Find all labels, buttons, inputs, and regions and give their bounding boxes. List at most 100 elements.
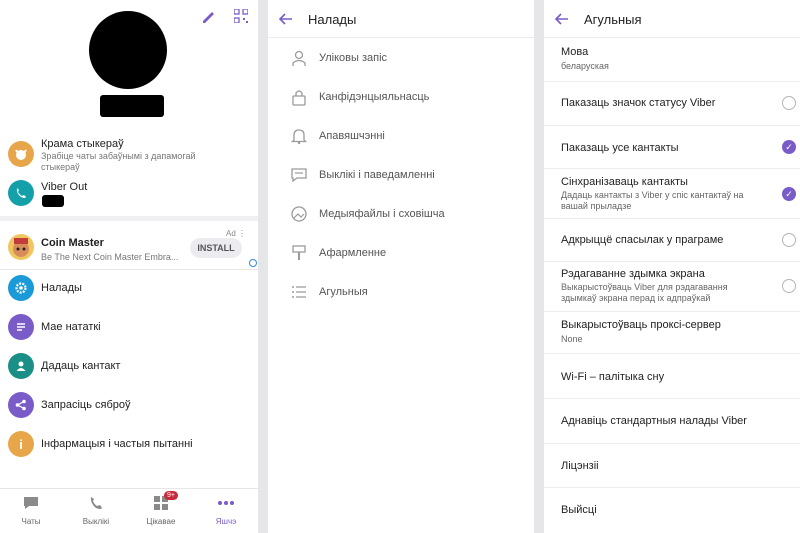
- setting-language[interactable]: Мова беларуская: [544, 39, 800, 82]
- sticker-store-title[interactable]: Крама стыкераў: [41, 138, 124, 150]
- ad-info-icon[interactable]: [249, 259, 257, 267]
- settings-item-label: Уліковы запіс: [319, 52, 388, 64]
- setting-title: Ліцэнзіі: [561, 460, 599, 472]
- calls-icon: [85, 493, 107, 513]
- menu-item-label: Налады: [41, 282, 82, 294]
- setting-sync-contacts[interactable]: Сінхранізаваць кантакты Дадаць кантакты …: [544, 169, 800, 219]
- nav-explore[interactable]: 9+ Цікавае: [136, 491, 186, 526]
- more-panel: Крама стыкераў Зрабіце чаты забаўнымі з …: [0, 0, 258, 533]
- edit-pencil-icon[interactable]: [201, 9, 217, 25]
- nav-label: Выклікі: [82, 517, 110, 526]
- qr-code-icon[interactable]: [234, 9, 248, 23]
- nav-label: Яшчэ: [215, 517, 237, 526]
- back-arrow-icon[interactable]: [554, 11, 570, 27]
- setting-exit[interactable]: Выйсці: [544, 488, 800, 533]
- coin-master-app-icon[interactable]: [8, 234, 34, 260]
- media-icon: [291, 206, 307, 222]
- setting-show-all-contacts[interactable]: Паказаць усе кантакты ✓: [544, 126, 800, 169]
- lock-icon: [292, 90, 306, 106]
- show-status-radio[interactable]: [782, 96, 796, 110]
- notes-icon: [8, 314, 34, 340]
- nav-more[interactable]: Яшчэ: [201, 493, 251, 526]
- profile-header: [0, 0, 258, 130]
- setting-wifi-sleep-policy[interactable]: Wi-Fi – палітыка сну: [544, 354, 800, 399]
- setting-open-links-in-app[interactable]: Адкрыццё спасылак у праграме: [544, 219, 800, 262]
- sticker-store-icon: [8, 141, 34, 167]
- setting-title: Выйсці: [561, 504, 597, 516]
- general-panel: Агульныя Мова беларуская Паказаць значок…: [544, 0, 800, 533]
- setting-show-viber-status[interactable]: Паказаць значок статусу Viber: [544, 82, 800, 126]
- setting-title: Адкрыццё спасылак у праграме: [561, 234, 724, 246]
- setting-title: Выкарыстоўваць проксі-сервер: [561, 319, 721, 331]
- setting-licenses[interactable]: Ліцэнзіі: [544, 444, 800, 488]
- bottom-navigation: Чаты Выклікі 9+ Цікавае Яшчэ: [0, 488, 258, 533]
- settings-item-label: Выклікі і паведамленні: [319, 169, 435, 181]
- page-title: Налады: [308, 12, 357, 27]
- more-icon: [215, 493, 237, 513]
- settings-item-account[interactable]: Уліковы запіс: [268, 39, 534, 78]
- divider: [0, 269, 258, 270]
- settings-item-label: Агульныя: [319, 286, 368, 298]
- setting-title: Wi-Fi – палітыка сну: [561, 371, 665, 383]
- viber-out-balance-redacted: [42, 195, 64, 207]
- menu-item-label: Запрасіць сяброў: [41, 399, 131, 411]
- ad-title[interactable]: Coin Master: [41, 237, 104, 249]
- settings-item-general[interactable]: Агульныя: [268, 273, 534, 312]
- setting-title: Мова: [561, 46, 589, 58]
- setting-title: Паказаць значок статусу Viber: [561, 97, 716, 109]
- settings-item-notifications[interactable]: Апавяшчэнні: [268, 117, 534, 156]
- profile-name: [100, 95, 164, 117]
- info-icon: i: [8, 431, 34, 457]
- nav-label: Цікавае: [146, 517, 176, 526]
- general-header: Агульныя: [544, 0, 800, 38]
- settings-item-label: Апавяшчэнні: [319, 130, 385, 142]
- screenshot-editing-radio[interactable]: [782, 279, 796, 293]
- setting-title: Паказаць усе кантакты: [561, 142, 679, 154]
- setting-subtitle: беларуская: [561, 61, 609, 71]
- ad-subtitle: Be The Next Coin Master Embra...: [41, 252, 179, 262]
- settings-header: Налады: [268, 0, 534, 38]
- setting-restore-defaults[interactable]: Аднавіць стандартныя налады Viber: [544, 399, 800, 444]
- list-icon: [292, 286, 306, 298]
- avatar[interactable]: [89, 11, 167, 89]
- account-icon: [292, 50, 306, 66]
- brush-icon: [292, 245, 306, 260]
- nav-calls[interactable]: Выклікі: [71, 493, 121, 526]
- settings-item-privacy[interactable]: Канфідэнцыяльнасць: [268, 78, 534, 117]
- nav-label: Чаты: [21, 517, 41, 526]
- setting-title: Сінхранізаваць кантакты: [561, 176, 688, 188]
- menu-item-label: Інфармацыя і частыя пытанні: [41, 438, 193, 450]
- viber-out-icon: [8, 180, 34, 206]
- setting-proxy[interactable]: Выкарыстоўваць проксі-сервер None: [544, 312, 800, 354]
- menu-item-label: Мае нататкі: [41, 321, 101, 333]
- add-contact-icon: [8, 353, 34, 379]
- install-button[interactable]: INSTALL: [190, 238, 242, 258]
- menu-item-label: Дадаць кантакт: [41, 360, 121, 372]
- bell-icon: [290, 129, 308, 145]
- chats-icon: [20, 493, 42, 513]
- settings-item-label: Афармленне: [319, 247, 387, 259]
- sync-contacts-checkbox[interactable]: ✓: [782, 187, 796, 201]
- sticker-store-subtitle: Зрабіце чаты забаўнымі з дапамогай стыке…: [41, 151, 196, 172]
- settings-panel: Налады Уліковы запіс Канфідэнцыяльнасць …: [268, 0, 534, 533]
- settings-item-calls-messages[interactable]: Выклікі і паведамленні: [268, 156, 534, 195]
- settings-item-label: Канфідэнцыяльнасць: [319, 91, 430, 103]
- settings-item-media[interactable]: Медыяфайлы і сховішча: [268, 195, 534, 234]
- viber-out-title[interactable]: Viber Out: [41, 181, 87, 193]
- share-icon: [8, 392, 34, 418]
- setting-screenshot-editing[interactable]: Рэдагаванне здымка экрана Выкарыстоўваць…: [544, 262, 800, 312]
- page-title: Агульныя: [584, 12, 642, 27]
- settings-item-label: Медыяфайлы і сховішча: [319, 208, 445, 220]
- open-links-radio[interactable]: [782, 233, 796, 247]
- settings-item-appearance[interactable]: Афармленне: [268, 234, 534, 273]
- back-arrow-icon[interactable]: [278, 11, 294, 27]
- setting-subtitle: None: [561, 334, 583, 344]
- gear-icon: [8, 275, 34, 301]
- setting-title: Рэдагаванне здымка экрана: [561, 268, 705, 280]
- nav-chats[interactable]: Чаты: [6, 493, 56, 526]
- setting-subtitle: Выкарыстоўваць Viber для рэдагавання зды…: [561, 282, 728, 303]
- show-all-contacts-checkbox[interactable]: ✓: [782, 140, 796, 154]
- setting-title: Аднавіць стандартныя налады Viber: [561, 415, 747, 427]
- ad-label[interactable]: Ad ⋮: [226, 229, 246, 238]
- setting-subtitle: Дадаць кантакты з Viber у спіс кантактаў…: [561, 190, 744, 211]
